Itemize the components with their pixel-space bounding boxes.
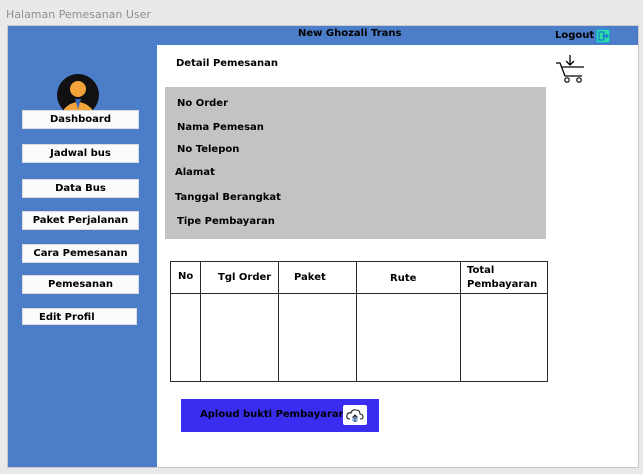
table-header-divider (170, 293, 548, 294)
page-title: Detail Pemesanan (176, 58, 278, 69)
sidebar-item-edit-profil[interactable]: Edit Profil (22, 308, 137, 325)
logout-icon[interactable] (596, 28, 611, 43)
sidebar: Dashboard Jadwal bus Data Bus Paket Perj… (8, 45, 157, 467)
upload-button-label: Aploud bukti Pembayaran (200, 409, 346, 420)
order-detail-panel: No Order Nama Pemesan No Telepon Alamat … (165, 87, 546, 239)
column-header-rute: Rute (390, 273, 417, 284)
column-header-paket: Paket (294, 272, 326, 283)
column-header-total-pembayaran: Total Pembayaran (467, 265, 538, 290)
detail-no-telepon: No Telepon (177, 144, 240, 155)
column-header-no: No (178, 271, 194, 282)
sidebar-item-jadwal-bus[interactable]: Jadwal bus (22, 144, 139, 163)
logout-button[interactable]: Logout (555, 27, 611, 44)
logout-label: Logout (555, 30, 595, 41)
table-border-bottom (170, 381, 548, 382)
sidebar-item-paket-perjalanan[interactable]: Paket Perjalanan (22, 211, 139, 230)
cloud-upload-icon (346, 409, 364, 422)
sidebar-item-cara-pemesanan[interactable]: Cara Pemesanan (22, 244, 139, 263)
top-bar: New Ghozali Trans Logout (8, 26, 638, 45)
column-header-tgl-order: Tgl Order (218, 272, 272, 283)
table-col-divider (200, 261, 201, 382)
table-border-left (170, 261, 171, 382)
detail-alamat: Alamat (175, 167, 215, 178)
cart-icon[interactable] (555, 52, 587, 84)
detail-nama-pemesan: Nama Pemesan (177, 122, 264, 133)
table-col-divider (460, 261, 461, 382)
table-col-divider (356, 261, 357, 382)
sidebar-item-dashboard[interactable]: Dashboard (22, 110, 139, 129)
sidebar-item-data-bus[interactable]: Data Bus (22, 179, 139, 198)
detail-tanggal-berangkat: Tanggal Berangkat (175, 192, 281, 203)
app-window: New Ghozali Trans Logout Dashboard Jadwa… (7, 25, 639, 468)
detail-no-order: No Order (177, 98, 229, 109)
app-title: New Ghozali Trans (298, 28, 402, 39)
table-col-divider (278, 261, 279, 382)
detail-tipe-pembayaran: Tipe Pembayaran (177, 216, 275, 227)
table-border-right (547, 261, 548, 382)
upload-payment-proof-button[interactable]: Aploud bukti Pembayaran (181, 399, 379, 432)
sidebar-item-pemesanan[interactable]: Pemesanan (22, 275, 139, 294)
upload-icon-box (343, 405, 367, 425)
page-label: Halaman Pemesanan User (6, 8, 151, 21)
order-table: No Tgl Order Paket Rute Total Pembayaran (170, 261, 548, 383)
table-border-top (170, 261, 548, 262)
